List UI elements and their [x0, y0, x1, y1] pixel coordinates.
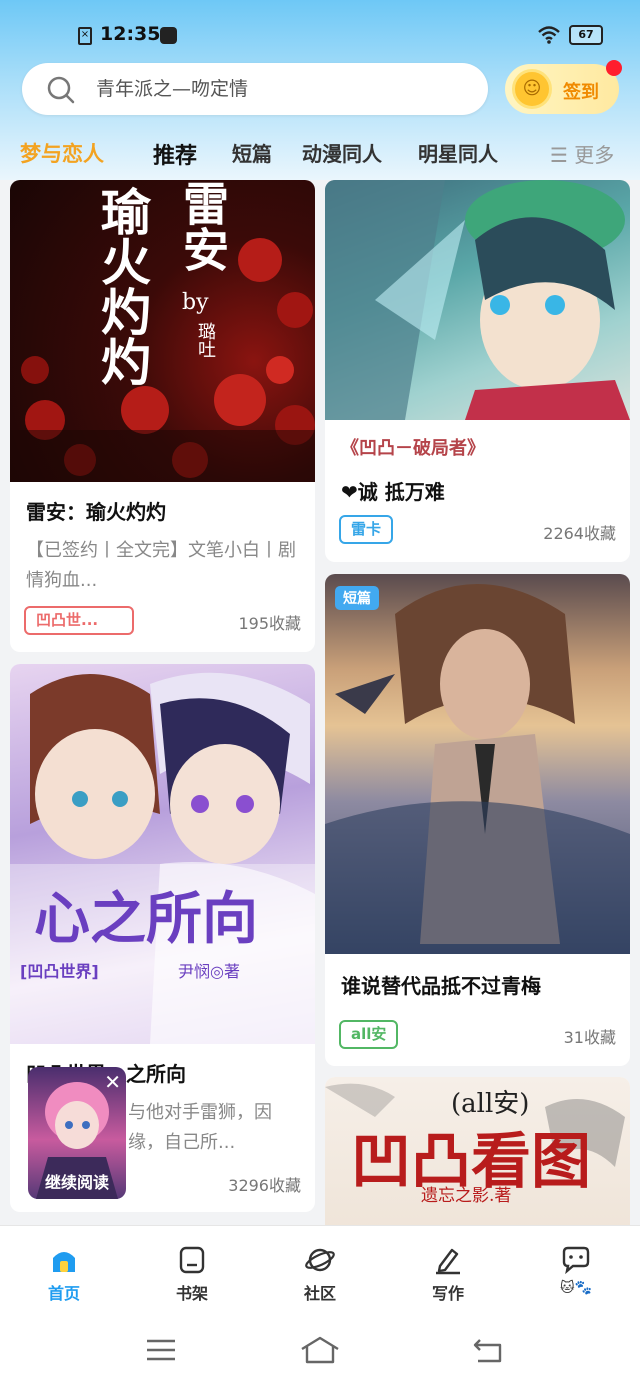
book-tag[interactable]: 雷卡	[339, 515, 394, 544]
status-time: 12:35	[100, 23, 161, 45]
book-series: 《凹凸－破局者》	[341, 438, 485, 459]
tab-short[interactable]: 短篇	[232, 138, 272, 167]
cover-title: 心之所向	[34, 886, 258, 952]
nav-messages[interactable]: 🐱🐾	[536, 1244, 616, 1296]
heart-icon: ❤	[341, 480, 358, 504]
book-cover: (all安) 凹凸看图 遗忘之影.著	[325, 1077, 630, 1225]
wifi-icon	[538, 26, 560, 48]
coin-face-icon: ☺	[512, 69, 552, 109]
tab-recommend[interactable]: 推荐	[153, 138, 197, 170]
checkin-label: 签到	[563, 82, 599, 103]
system-navigation-bar	[0, 1317, 640, 1387]
nav-bookshelf-label: 书架	[175, 1284, 208, 1303]
status-bar: × 12:35 67	[0, 18, 640, 54]
bottom-navigation: 首页 书架 社区 写作 🐱🐾	[0, 1225, 640, 1317]
tab-dream-lover[interactable]: 梦与恋人	[20, 138, 104, 168]
nav-home[interactable]: 首页	[24, 1244, 104, 1304]
sim-icon: ×	[78, 27, 92, 45]
cover-author: 尹悯◎著	[178, 962, 240, 981]
more-button[interactable]: ☰ 更多	[550, 139, 614, 168]
book-cover: 短篇	[325, 574, 630, 954]
continue-reading-widget[interactable]: ✕ 继续阅读	[28, 1067, 126, 1199]
cover-by: by	[182, 290, 209, 315]
continue-reading-label: 继续阅读	[44, 1173, 109, 1192]
book-title: 雷安：瑜火灼灼	[26, 500, 166, 524]
favorite-count: 3296收藏	[228, 1176, 301, 1195]
category-tabs: 梦与恋人 推荐 短篇 动漫同人 明星同人 ☰ 更多	[0, 130, 640, 174]
anime-character-illustration	[325, 180, 630, 420]
cover-title: 瑜火灼灼	[93, 186, 152, 386]
short-story-badge: 短篇	[335, 586, 379, 610]
checkin-button[interactable]: ☺ 签到	[505, 60, 622, 114]
cover-pairing: 雷安	[176, 180, 230, 272]
book-description: 与他对手雷狮，因缘，自己所...	[128, 1102, 272, 1153]
menu-icon[interactable]	[145, 1335, 177, 1365]
nav-bookshelf[interactable]: 书架	[152, 1244, 232, 1304]
book-cover: 心之所向 [凹凸世界] 尹悯◎著	[10, 664, 315, 1044]
nav-write[interactable]: 写作	[408, 1244, 488, 1304]
cover-author: 遗忘之影.著	[421, 1186, 512, 1206]
close-icon[interactable]: ✕	[104, 1070, 121, 1094]
home-icon	[53, 1252, 75, 1272]
tab-star-fanfic[interactable]: 明星同人	[418, 138, 498, 167]
book-tag[interactable]: 凹凸世...	[24, 606, 134, 635]
anime-boy-illustration	[325, 584, 630, 954]
pen-icon	[436, 1248, 460, 1275]
book-title: ❤诚 抵万难	[341, 480, 445, 504]
search-bar[interactable]	[22, 63, 488, 115]
favorite-count: 2264收藏	[543, 524, 616, 543]
cover-author: 璐吐	[195, 322, 216, 358]
favorite-count: 31收藏	[563, 1028, 616, 1047]
nav-write-label: 写作	[431, 1284, 464, 1303]
cover-brand: [凹凸世界]	[20, 962, 99, 981]
book-cover	[325, 180, 630, 420]
book-cover: 瑜火灼灼 雷安 by 璐吐	[10, 180, 315, 482]
planet-icon	[305, 1248, 335, 1272]
book-card[interactable]: 短篇 谁说替代品抵不过青梅 all安 31收藏	[325, 574, 630, 1066]
anime-couple-illustration	[10, 672, 315, 1044]
search-icon	[47, 76, 75, 104]
book-card[interactable]: 《凹凸－破局者》 ❤诚 抵万难 雷卡 2264收藏	[325, 180, 630, 562]
favorite-count: 195收藏	[238, 614, 301, 633]
rose-decoration	[10, 238, 315, 482]
paw-icon: 🐱🐾	[559, 1280, 593, 1296]
back-icon[interactable]	[472, 1335, 504, 1365]
home-button-icon[interactable]	[299, 1335, 341, 1365]
top-header: × 12:35 67 ☺ 签到 梦与恋人 推荐 短篇 动漫同人 明星同人 ☰ 更…	[0, 0, 640, 180]
book-card[interactable]: 瑜火灼灼 雷安 by 璐吐 雷安：瑜火灼灼 【已签约丨全文完】文笔小白丨剧情狗血…	[10, 180, 315, 652]
bookshelf-icon	[179, 1246, 205, 1274]
menu-icon: ☰	[550, 143, 575, 167]
book-description: 【已签约丨全文完】文笔小白丨剧情狗血...	[26, 540, 296, 591]
nav-community[interactable]: 社区	[280, 1244, 360, 1304]
nav-home-label: 首页	[47, 1284, 80, 1303]
book-tag[interactable]: all安	[339, 1020, 399, 1049]
search-input[interactable]	[96, 73, 456, 105]
chat-bubble-icon	[562, 1246, 590, 1275]
nav-community-label: 社区	[303, 1284, 336, 1303]
book-title: 谁说替代品抵不过青梅	[341, 974, 541, 998]
battery-icon: 67	[569, 25, 603, 45]
book-card[interactable]: (all安) 凹凸看图 遗忘之影.著	[325, 1077, 630, 1225]
more-label: 更多	[574, 143, 615, 167]
tab-anime-fanfic[interactable]: 动漫同人	[302, 138, 382, 167]
notification-dot	[606, 60, 622, 76]
app-notification-icon	[160, 27, 177, 44]
